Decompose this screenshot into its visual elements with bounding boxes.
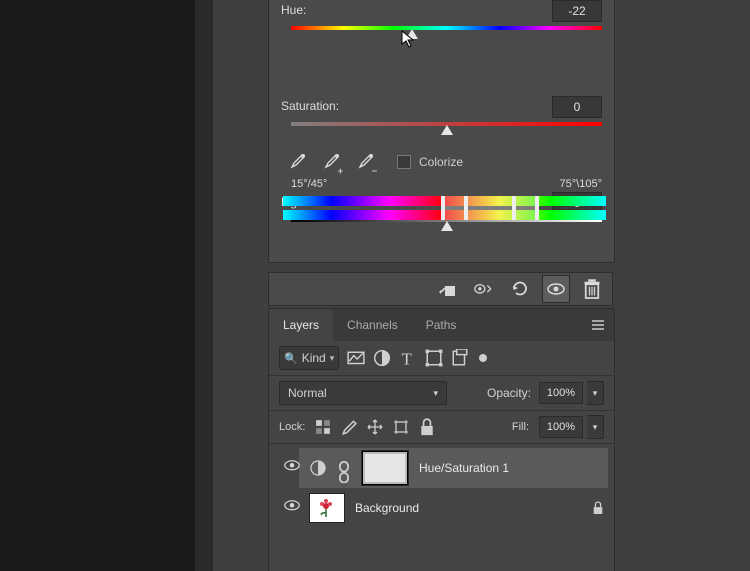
saturation-slider[interactable]	[291, 122, 602, 126]
view-previous-state-icon[interactable]	[474, 279, 494, 299]
filter-type-icon[interactable]: T	[399, 349, 417, 367]
colorize-checkbox[interactable]	[397, 155, 411, 169]
layer-row[interactable]: Hue/Saturation 1	[299, 448, 608, 488]
lock-label: Lock:	[279, 421, 305, 433]
panel-tabs: Layers Channels Paths	[269, 309, 614, 341]
saturation-slider-thumb[interactable]	[441, 125, 453, 135]
colorize-label: Colorize	[419, 155, 463, 169]
tab-channels[interactable]: Channels	[333, 309, 412, 341]
mask-link-icon[interactable]	[337, 461, 351, 475]
hue-saturation-panel: Hue: -22 Saturation: 0 Lightness: 0	[268, 0, 615, 263]
blend-mode-select[interactable]: Normal ▾	[279, 381, 447, 405]
lock-icon	[592, 501, 604, 515]
range-handle[interactable]	[464, 196, 468, 220]
filter-kind-select[interactable]: 🔍 Kind ▾	[279, 346, 339, 370]
lightness-slider-thumb[interactable]	[441, 221, 453, 231]
fill-label: Fill:	[512, 421, 529, 433]
chevron-down-icon: ▾	[330, 353, 335, 364]
trash-icon[interactable]	[582, 279, 602, 299]
search-icon: 🔍	[284, 352, 298, 365]
panel-menu-icon[interactable]	[590, 319, 606, 331]
lock-image-icon[interactable]	[341, 419, 357, 435]
tab-layers[interactable]: Layers	[269, 309, 333, 341]
chevron-down-icon: ▾	[433, 388, 438, 399]
adjustment-layer-icon	[309, 459, 327, 477]
toggle-visibility-icon[interactable]	[543, 276, 569, 302]
layer-name[interactable]: Background	[355, 501, 419, 515]
lock-transparency-icon[interactable]	[315, 419, 331, 435]
lock-position-icon[interactable]	[367, 419, 383, 435]
eyedropper-subtract-icon[interactable]: −	[355, 152, 375, 172]
visibility-toggle-icon[interactable]	[283, 499, 301, 517]
opacity-value-input[interactable]: 100%	[539, 382, 583, 404]
eyedropper-add-icon[interactable]: +	[321, 152, 341, 172]
saturation-value-input[interactable]: 0	[552, 96, 602, 118]
hue-value-input[interactable]: -22	[552, 0, 602, 22]
layer-thumbnail[interactable]	[309, 493, 345, 523]
range-right-label: 75°\105°	[560, 178, 602, 190]
eyedropper-icon[interactable]	[287, 152, 307, 172]
range-handle[interactable]	[441, 196, 445, 220]
layer-filter-bar: 🔍 Kind ▾ T	[269, 341, 614, 376]
filter-pixel-icon[interactable]	[347, 349, 365, 367]
hue-label: Hue:	[281, 3, 306, 17]
color-range-spectrum[interactable]	[283, 196, 606, 220]
range-left-label: 15°/45°	[291, 178, 327, 190]
lock-all-icon[interactable]	[419, 419, 435, 435]
tab-paths[interactable]: Paths	[412, 309, 471, 341]
hue-slider[interactable]	[291, 26, 602, 30]
adjustment-footer	[268, 272, 613, 306]
clip-to-layer-icon[interactable]	[438, 279, 458, 299]
layer-mask-thumbnail[interactable]	[361, 450, 409, 486]
blend-mode-value: Normal	[288, 386, 327, 400]
opacity-dropdown-icon[interactable]: ▾	[587, 381, 604, 405]
visibility-toggle-icon[interactable]	[283, 459, 301, 477]
svg-text:T: T	[402, 349, 412, 367]
filter-smartobject-icon[interactable]	[451, 349, 469, 367]
range-handle[interactable]	[512, 196, 516, 220]
opacity-label: Opacity:	[487, 386, 531, 400]
filter-adjustment-icon[interactable]	[373, 349, 391, 367]
layer-row[interactable]: Background	[299, 488, 614, 528]
hue-slider-thumb[interactable]	[406, 29, 418, 39]
filter-kind-label: Kind	[302, 351, 326, 365]
fill-dropdown-icon[interactable]: ▾	[587, 415, 604, 439]
filter-shape-icon[interactable]	[425, 349, 443, 367]
lock-artboard-icon[interactable]	[393, 419, 409, 435]
fill-value-input[interactable]: 100%	[539, 416, 583, 438]
filter-toggle-icon[interactable]	[479, 354, 487, 362]
saturation-label: Saturation:	[281, 99, 339, 113]
layers-panel: Layers Channels Paths 🔍 Kind ▾ T	[268, 308, 615, 571]
layer-name[interactable]: Hue/Saturation 1	[419, 461, 509, 475]
range-handle[interactable]	[535, 196, 539, 220]
reset-icon[interactable]	[510, 279, 530, 299]
